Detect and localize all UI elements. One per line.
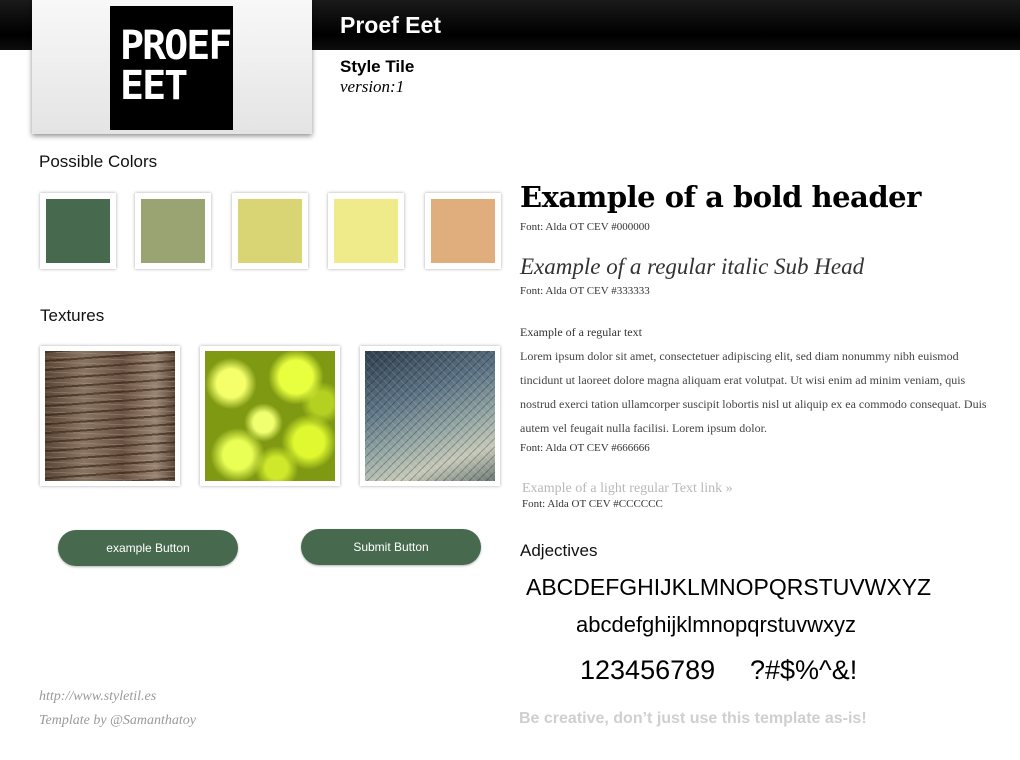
proef-eet-logo: PROEF EET <box>110 6 233 130</box>
submit-button[interactable]: Submit Button <box>301 529 481 565</box>
lowercase-alphabet: abcdefghijklmnopqrstuvwxyz <box>576 612 857 637</box>
swatch-fill <box>431 199 495 263</box>
symbols-sample: ?#$%^&! <box>750 655 858 685</box>
color-swatch-5 <box>425 193 501 269</box>
subhead-example: Example of a regular italic Sub Head <box>520 254 865 279</box>
bold-header-example: Example of a bold header <box>520 180 921 214</box>
logo-line-1: PROEF <box>120 23 232 69</box>
logo-card: PROEF EET <box>32 0 312 134</box>
text-link-example[interactable]: Example of a light regular Text link » <box>522 481 733 497</box>
swatch-fill <box>334 199 398 263</box>
swatch-fill <box>141 199 205 263</box>
lorem-paragraph: Lorem ipsum dolor sit amet, consectetuer… <box>520 349 987 435</box>
link-font-note: Font: Alda OT CEV #CCCCCC <box>522 498 663 510</box>
template-credit: Template by @Samanthatoy <box>39 713 197 728</box>
bold-header-font-note: Font: Alda OT CEV #000000 <box>520 221 650 233</box>
style-tile-label: Style Tile <box>340 57 415 76</box>
color-swatch-1 <box>40 193 116 269</box>
adjectives-section-title: Adjectives <box>520 541 598 560</box>
texture-wood <box>40 346 180 486</box>
colors-section-title: Possible Colors <box>39 152 158 171</box>
regular-text-label: Example of a regular text <box>520 325 642 339</box>
brand-title: Proef Eet <box>340 12 441 38</box>
digits-sample: 123456789 <box>580 655 716 685</box>
text-font-note: Font: Alda OT CEV #666666 <box>520 442 650 454</box>
example-button[interactable]: example Button <box>58 530 238 566</box>
logo-line-2: EET <box>120 63 188 109</box>
textures-section-title: Textures <box>40 306 105 325</box>
fish-skin-texture-image <box>365 351 495 481</box>
creative-tagline: Be creative, don’t just use this templat… <box>519 710 867 727</box>
texture-fish-skin <box>360 346 500 486</box>
color-swatch-4 <box>328 193 404 269</box>
styletiles-link[interactable]: http://www.styletil.es <box>39 689 156 705</box>
swatch-fill <box>238 199 302 263</box>
version-label: version:1 <box>340 77 405 96</box>
lettuce-texture-image <box>205 351 335 481</box>
subhead-font-note: Font: Alda OT CEV #333333 <box>520 285 650 297</box>
uppercase-alphabet: ABCDEFGHIJKLMNOPQRSTUVWXYZ <box>526 574 932 600</box>
wood-texture-image <box>45 351 175 481</box>
color-swatch-2 <box>135 193 211 269</box>
texture-lettuce <box>200 346 340 486</box>
swatch-fill <box>46 199 110 263</box>
color-swatch-3 <box>232 193 308 269</box>
